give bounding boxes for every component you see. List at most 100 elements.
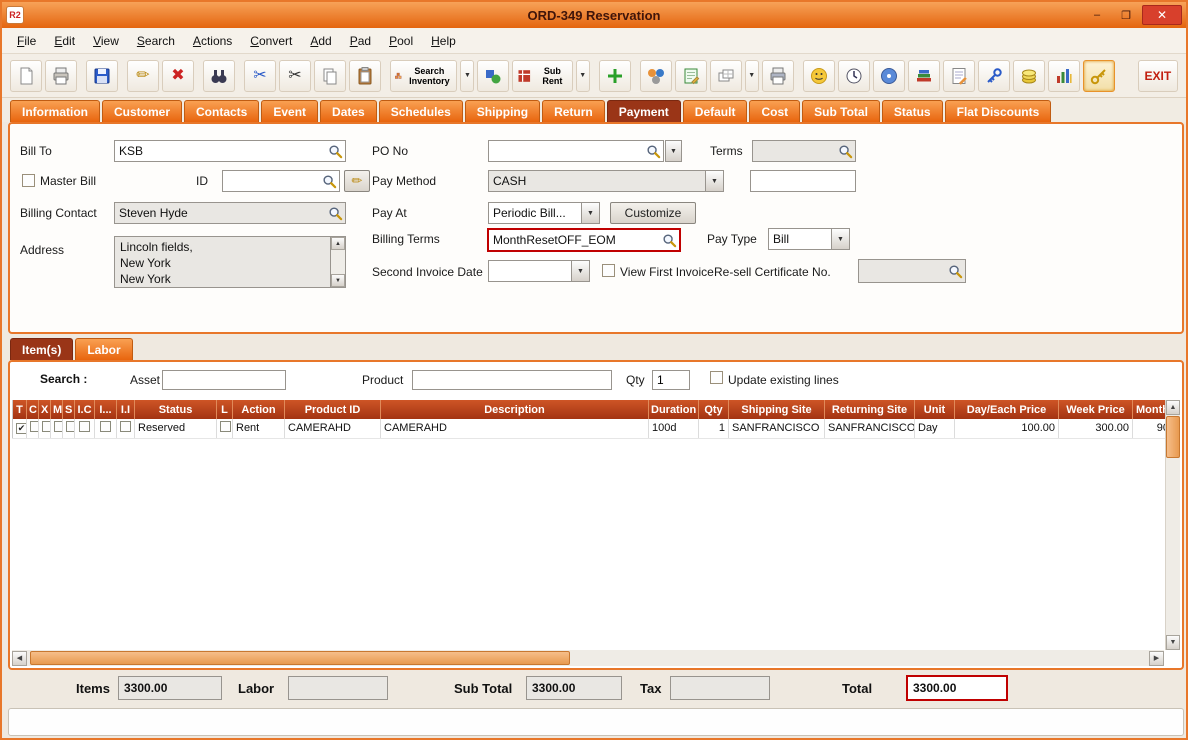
- col-c[interactable]: C: [26, 400, 39, 419]
- vertical-scroll-thumb[interactable]: [1166, 416, 1180, 458]
- row-t-checkbox[interactable]: ✔: [16, 423, 26, 435]
- key-button[interactable]: [977, 59, 1010, 92]
- row-idots-checkbox[interactable]: [100, 421, 111, 433]
- resell-certificate-search-button[interactable]: [945, 260, 965, 282]
- tab-sub-total[interactable]: Sub Total: [802, 100, 880, 122]
- paste-button[interactable]: [349, 59, 381, 92]
- bill-to-input[interactable]: [115, 141, 325, 161]
- col-status[interactable]: Status: [134, 400, 217, 419]
- pay-method-combo[interactable]: CASH ▼: [488, 170, 724, 192]
- copy-button[interactable]: [314, 59, 346, 92]
- scroll-up-icon[interactable]: ▲: [1166, 400, 1180, 415]
- col-description[interactable]: Description: [380, 400, 649, 419]
- col-week-price[interactable]: Week Price: [1058, 400, 1133, 419]
- scroll-right-icon[interactable]: ▶: [1149, 650, 1164, 666]
- dropdown-arrow-icon[interactable]: ▼: [571, 261, 589, 281]
- row-product-id[interactable]: CAMERAHD: [284, 419, 381, 439]
- tab-flat-discounts[interactable]: Flat Discounts: [944, 100, 1052, 122]
- terms-input[interactable]: [753, 141, 835, 161]
- menu-add[interactable]: Add: [301, 31, 340, 51]
- menu-pool[interactable]: Pool: [380, 31, 422, 51]
- dropdown-arrow-icon[interactable]: ▼: [581, 203, 599, 223]
- tab-labor[interactable]: Labor: [75, 338, 133, 360]
- save-button[interactable]: [86, 59, 118, 92]
- cut-button[interactable]: ✂: [279, 59, 311, 92]
- grid-stack-dropdown[interactable]: ▼: [744, 59, 759, 92]
- col-x[interactable]: X: [38, 400, 51, 419]
- tab-dates[interactable]: Dates: [320, 100, 377, 122]
- address-scrollbar[interactable]: ▲ ▼: [330, 237, 345, 287]
- resell-certificate-input[interactable]: [859, 260, 945, 282]
- col-unit[interactable]: Unit: [914, 400, 955, 419]
- tax-field[interactable]: [670, 676, 770, 700]
- row-shipping-site[interactable]: SANFRANCISCO: [728, 419, 825, 439]
- total-field[interactable]: [906, 675, 1008, 701]
- tab-return[interactable]: Return: [542, 100, 605, 122]
- tab-default[interactable]: Default: [682, 100, 748, 122]
- billing-terms-search-button[interactable]: [659, 230, 679, 250]
- shapes-button[interactable]: [477, 59, 510, 92]
- tab-schedules[interactable]: Schedules: [378, 100, 463, 122]
- id-input[interactable]: [223, 171, 319, 191]
- row-day-each-price[interactable]: 100.00: [954, 419, 1059, 439]
- row-s-checkbox[interactable]: [66, 421, 74, 433]
- row-qty[interactable]: 1: [698, 419, 729, 439]
- col-m[interactable]: M: [50, 400, 63, 419]
- col-shipping-site[interactable]: Shipping Site: [728, 400, 825, 419]
- items-total-field[interactable]: [118, 676, 222, 700]
- tab-status[interactable]: Status: [881, 100, 943, 122]
- pay-at-combo[interactable]: Periodic Bill... ▼: [488, 202, 600, 224]
- col-ic[interactable]: I.C: [74, 400, 95, 419]
- pay-type-combo[interactable]: Bill ▼: [768, 228, 850, 250]
- search-inventory-dropdown[interactable]: ▼: [460, 59, 475, 92]
- asset-input[interactable]: [162, 370, 286, 390]
- exit-button[interactable]: EXIT: [1137, 59, 1178, 92]
- history-button[interactable]: [837, 59, 870, 92]
- menu-convert[interactable]: Convert: [241, 31, 301, 51]
- delete-button[interactable]: ✖: [162, 59, 194, 92]
- id-search-button[interactable]: [319, 171, 339, 191]
- master-bill-checkbox[interactable]: [22, 174, 35, 187]
- tab-information[interactable]: Information: [10, 100, 100, 122]
- view-first-invoice-checkbox[interactable]: [602, 264, 615, 277]
- address-box[interactable]: Lincoln fields, New York New York ▲ ▼: [114, 236, 346, 288]
- row-ic-checkbox[interactable]: [79, 421, 90, 433]
- tab-items[interactable]: Item(s): [10, 338, 74, 360]
- col-month[interactable]: Month: [1132, 400, 1169, 419]
- row-duration[interactable]: 100d: [648, 419, 699, 439]
- po-no-dropdown[interactable]: ▼: [665, 140, 682, 162]
- id-edit-button[interactable]: ✏: [344, 170, 370, 192]
- row-m-checkbox[interactable]: [54, 421, 62, 433]
- col-t[interactable]: T: [12, 400, 27, 419]
- po-no-search-button[interactable]: [643, 141, 663, 161]
- row-x-checkbox[interactable]: [42, 421, 50, 433]
- row-ii-checkbox[interactable]: [120, 421, 131, 433]
- col-l[interactable]: L: [216, 400, 233, 419]
- billing-contact-input[interactable]: [115, 203, 325, 223]
- horizontal-scrollbar[interactable]: ◀ ▶: [12, 650, 1164, 666]
- new-button[interactable]: [10, 59, 42, 92]
- maximize-button[interactable]: ❐: [1113, 6, 1139, 24]
- money-button[interactable]: [1012, 59, 1045, 92]
- col-action[interactable]: Action: [232, 400, 285, 419]
- tab-event[interactable]: Event: [261, 100, 319, 122]
- product-input[interactable]: [412, 370, 612, 390]
- row-l-checkbox[interactable]: [220, 421, 231, 433]
- scroll-down-icon[interactable]: ▼: [1166, 635, 1180, 650]
- col-product-id[interactable]: Product ID: [284, 400, 381, 419]
- find-button[interactable]: [203, 59, 235, 92]
- vertical-scrollbar[interactable]: ▲ ▼: [1165, 400, 1180, 650]
- row-action[interactable]: Rent: [232, 419, 285, 439]
- tab-customer[interactable]: Customer: [102, 100, 183, 122]
- sub-rent-dropdown[interactable]: ▼: [575, 59, 590, 92]
- menu-pad[interactable]: Pad: [341, 31, 380, 51]
- col-returning-site[interactable]: Returning Site: [824, 400, 915, 419]
- tab-payment[interactable]: Payment: [606, 100, 681, 122]
- menu-search[interactable]: Search: [128, 31, 184, 51]
- col-ii[interactable]: I.I: [116, 400, 135, 419]
- print-button[interactable]: [45, 59, 77, 92]
- po-no-input[interactable]: [489, 141, 643, 161]
- reports-button[interactable]: [907, 59, 940, 92]
- menu-actions[interactable]: Actions: [184, 31, 241, 51]
- dropdown-arrow-icon[interactable]: ▼: [705, 171, 723, 191]
